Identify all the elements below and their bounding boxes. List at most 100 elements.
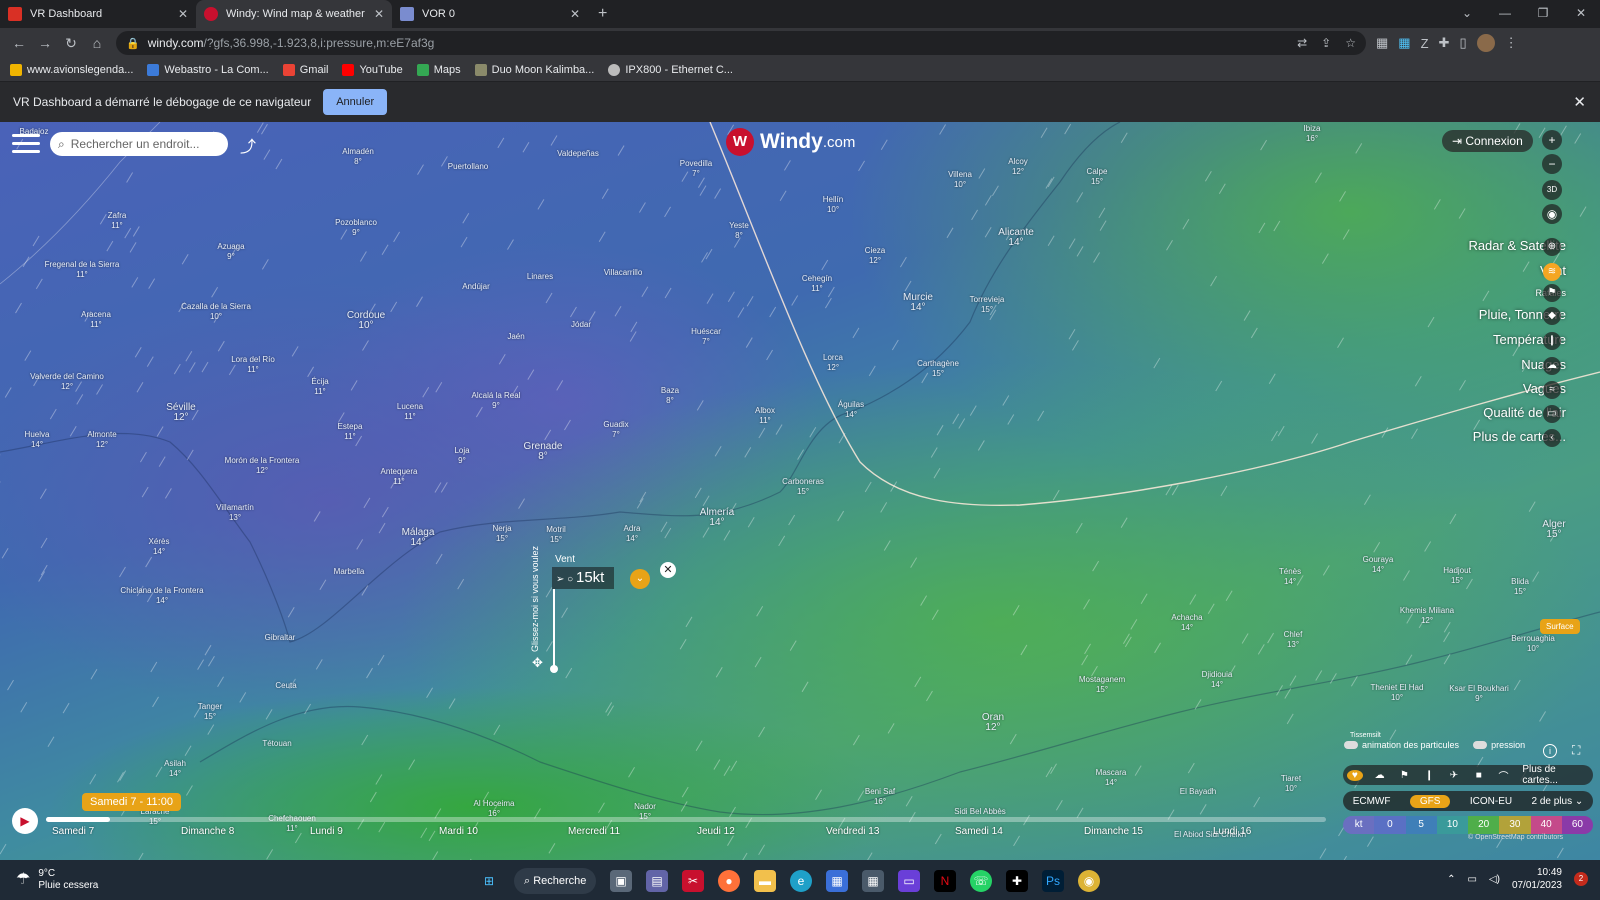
- tab-vr-dashboard[interactable]: VR Dashboard ✕: [0, 0, 196, 28]
- weather-icon[interactable]: ☁: [1372, 770, 1388, 781]
- minimize-icon[interactable]: —: [1486, 0, 1524, 28]
- timeline-day[interactable]: Dimanche 8: [181, 826, 234, 837]
- waves-icon[interactable]: ≈: [1543, 381, 1561, 399]
- radar-icon[interactable]: ⌒: [1496, 768, 1512, 783]
- timeline-day[interactable]: Lundi 16: [1213, 826, 1251, 837]
- tab-vor[interactable]: VOR 0 ✕: [392, 0, 588, 28]
- model-more[interactable]: 2 de plus ⌄: [1532, 796, 1584, 807]
- chrome-icon[interactable]: ◉: [1078, 870, 1100, 892]
- firefox-icon[interactable]: ●: [718, 870, 740, 892]
- main-menu-icon[interactable]: [12, 134, 40, 158]
- windows-start-icon[interactable]: ⊞: [478, 870, 500, 892]
- tray-chevron-icon[interactable]: ⌃: [1447, 874, 1455, 885]
- cancel-debug-button[interactable]: Annuler: [323, 89, 388, 115]
- timeline-day[interactable]: Mardi 10: [439, 826, 478, 837]
- tab-close-icon[interactable]: ✕: [570, 7, 580, 21]
- windy-logo[interactable]: W Windy .com: [726, 128, 855, 156]
- bookmark-star-icon[interactable]: ☆: [1345, 36, 1356, 50]
- tab-close-icon[interactable]: ✕: [178, 7, 188, 21]
- lock-icon[interactable]: 🔒: [126, 37, 140, 50]
- tab-search-icon[interactable]: ⌄: [1448, 0, 1486, 28]
- taskbar-search[interactable]: ⌕ Recherche: [514, 868, 596, 894]
- search-input[interactable]: ⌕ Rechercher un endroit...: [50, 132, 228, 156]
- model-gfs[interactable]: GFS: [1409, 794, 1451, 808]
- tab-close-icon[interactable]: ✕: [374, 7, 384, 21]
- network-icon[interactable]: ▭: [1467, 874, 1476, 885]
- car-icon[interactable]: ▭: [1543, 405, 1561, 423]
- share-icon[interactable]: ⤴: [240, 133, 256, 157]
- plus-icon[interactable]: ✚: [1006, 870, 1028, 892]
- forward-icon[interactable]: →: [32, 35, 58, 51]
- clock[interactable]: 10:49 07/01/2023: [1512, 866, 1562, 892]
- netflix-icon[interactable]: N: [934, 870, 956, 892]
- bookmark-item[interactable]: Maps: [416, 63, 461, 76]
- weather-widget[interactable]: ☂ 9°C Pluie cessera: [16, 868, 98, 892]
- explorer-icon[interactable]: ▬: [754, 870, 776, 892]
- location-icon[interactable]: ◉: [1542, 204, 1562, 224]
- picker-close-icon[interactable]: ✕: [660, 562, 676, 578]
- timeline-day[interactable]: Samedi 14: [955, 826, 1003, 837]
- particles-toggle[interactable]: animation des particules: [1344, 740, 1459, 750]
- calculator-icon[interactable]: ▦: [862, 870, 884, 892]
- share-icon[interactable]: ⇪: [1321, 36, 1331, 50]
- back-icon[interactable]: ←: [6, 35, 32, 51]
- bookmark-item[interactable]: Duo Moon Kalimba...: [474, 63, 594, 76]
- extension-z-icon[interactable]: Z: [1421, 36, 1429, 51]
- quick-more-maps[interactable]: Plus de cartes...: [1522, 764, 1593, 786]
- weather-map[interactable]: Badajoz Almadén 8° Puertollano Valdepeñas Pov…: [0, 122, 1600, 860]
- toggle-switch[interactable]: [1473, 741, 1488, 749]
- store-icon[interactable]: ▦: [826, 870, 848, 892]
- chevron-left-icon[interactable]: ‹: [1543, 429, 1561, 447]
- gust-flag-icon[interactable]: ⚑: [1397, 770, 1413, 781]
- favorites-heart-icon[interactable]: ♥: [1347, 769, 1363, 781]
- teams-icon[interactable]: ▤: [646, 870, 668, 892]
- restore-icon[interactable]: ❐: [1524, 0, 1562, 28]
- temperature-icon[interactable]: ❙: [1421, 770, 1437, 781]
- timeline-bar[interactable]: [46, 817, 1326, 822]
- altitude-surface-badge[interactable]: Surface: [1540, 619, 1580, 634]
- translate-icon[interactable]: ⇄: [1297, 36, 1307, 50]
- bookmark-item[interactable]: Webastro - La Com...: [147, 63, 269, 76]
- rain-drop-icon[interactable]: ◆: [1543, 307, 1561, 325]
- picker-expand-icon[interactable]: ⌄: [630, 569, 650, 589]
- zoom-out-button[interactable]: −: [1542, 154, 1562, 174]
- bookmark-item[interactable]: www.avionslegenda...: [10, 63, 133, 76]
- whatsapp-icon[interactable]: ☏: [970, 870, 992, 892]
- side-panel-icon[interactable]: ▯: [1459, 35, 1466, 51]
- satellite-icon[interactable]: ⊕: [1543, 238, 1561, 256]
- profile-avatar[interactable]: [1476, 34, 1495, 52]
- 3d-toggle-button[interactable]: 3D: [1542, 180, 1562, 200]
- volume-icon[interactable]: ◁): [1489, 874, 1500, 885]
- extension-wave-icon[interactable]: ▦: [1398, 35, 1410, 51]
- info-icon[interactable]: i: [1543, 744, 1557, 758]
- address-bar[interactable]: 🔒 windy.com /?gfs,36.998,-1.923,8,i:pres…: [116, 31, 1366, 55]
- wind-icon[interactable]: ≋: [1543, 263, 1561, 281]
- wind-arrow-icon[interactable]: ✈: [1446, 770, 1462, 781]
- move-icon[interactable]: ✥: [532, 655, 543, 671]
- tab-windy[interactable]: Windy: Wind map & weather forecast ✕: [196, 0, 392, 28]
- cloud-icon[interactable]: ☁: [1543, 357, 1561, 375]
- model-ecmwf[interactable]: ECMWF: [1353, 796, 1391, 807]
- timeline-day[interactable]: Jeudi 12: [697, 826, 735, 837]
- toggle-switch[interactable]: [1344, 741, 1358, 749]
- bookmark-item[interactable]: IPX800 - Ethernet C...: [608, 63, 733, 76]
- snip-icon[interactable]: ✂: [682, 870, 704, 892]
- timeline-day[interactable]: Samedi 7: [52, 826, 94, 837]
- model-icon-eu[interactable]: ICON-EU: [1470, 796, 1512, 807]
- bookmark-item[interactable]: YouTube: [342, 63, 403, 76]
- close-infobar-icon[interactable]: ✕: [1573, 93, 1586, 111]
- pressure-toggle[interactable]: pression: [1473, 740, 1525, 750]
- current-time-badge[interactable]: Samedi 7 - 11:00: [82, 793, 181, 811]
- gust-flag-icon[interactable]: ⚑: [1543, 284, 1561, 302]
- extensions-puzzle-icon[interactable]: ✚: [1439, 35, 1450, 51]
- zoom-in-button[interactable]: +: [1542, 130, 1562, 150]
- timeline-day[interactable]: Dimanche 15: [1084, 826, 1143, 837]
- wind-speed-legend[interactable]: kt 0 5 10 20 30 40 60: [1343, 816, 1593, 834]
- edge-icon[interactable]: e: [790, 870, 812, 892]
- task-view-icon[interactable]: ▣: [610, 870, 632, 892]
- app-icon[interactable]: ▭: [898, 870, 920, 892]
- camera-icon[interactable]: ■: [1471, 770, 1487, 781]
- menu-kebab-icon[interactable]: ⋮: [1505, 35, 1518, 51]
- close-window-icon[interactable]: ✕: [1562, 0, 1600, 28]
- bookmark-item[interactable]: Gmail: [282, 63, 328, 76]
